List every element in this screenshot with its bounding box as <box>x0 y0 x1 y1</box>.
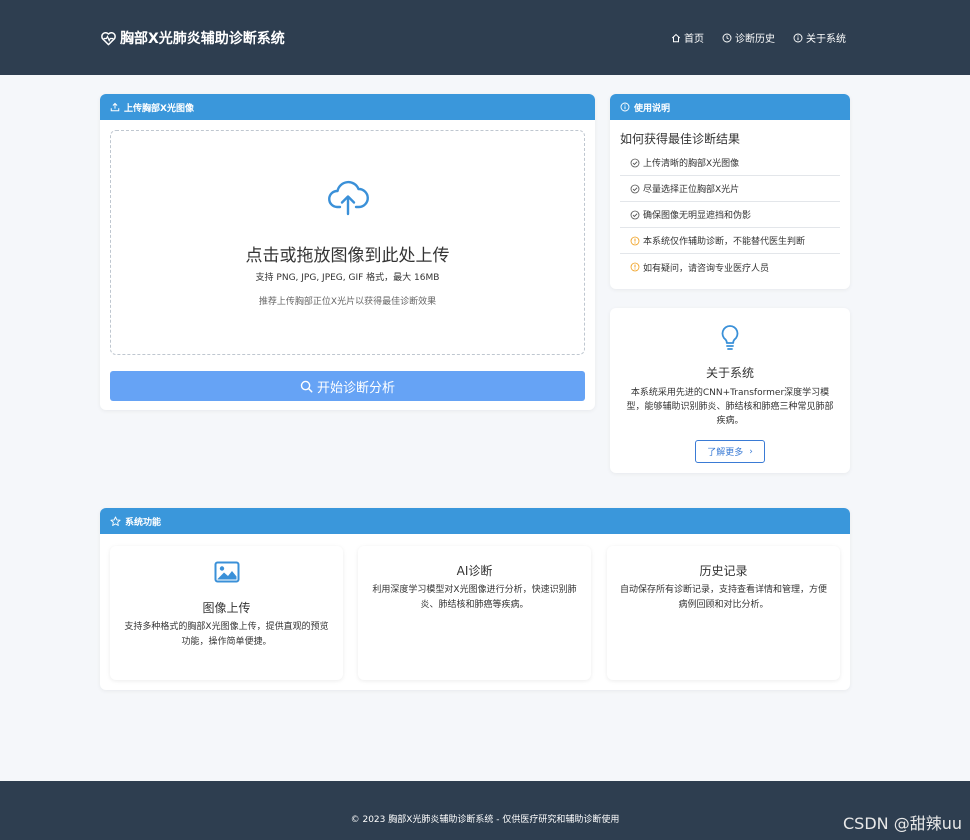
navbar: 胸部X光肺炎辅助诊断系统 首页 诊断历史 关于系统 <box>0 0 970 75</box>
upload-card-header: 上传胸部X光图像 <box>100 94 595 120</box>
about-description: 本系统采用先进的CNN+Transformer深度学习模型，能够辅助识别肺炎、肺… <box>626 388 834 426</box>
upload-dropzone[interactable]: 点击或拖放图像到此处上传 支持 PNG, JPG, JPEG, GIF 格式，最… <box>110 130 585 355</box>
feature-title: 图像上传 <box>202 601 251 615</box>
usage-card: 使用说明 如何获得最佳诊断结果 上传清晰的胸部X光图像 尽量选择正位胸部X光片 … <box>610 94 850 289</box>
feature-history: 历史记录 自动保存所有诊断记录，支持查看详情和管理，方便病例回顾和对比分析。 <box>607 546 840 680</box>
info-icon <box>793 33 803 42</box>
warning-circle-icon <box>630 236 640 245</box>
start-diagnosis-button[interactable]: 开始诊断分析 <box>110 371 585 401</box>
list-item: 上传清晰的胸部X光图像 <box>620 150 840 176</box>
feature-description: 支持多种格式的胸部X光图像上传，提供直观的预览功能，操作简单便捷。 <box>124 622 329 647</box>
nav-history-label: 诊断历史 <box>735 34 775 45</box>
watermark: CSDN @甜辣uu <box>843 814 962 833</box>
nav-home[interactable]: 首页 <box>671 30 704 45</box>
check-circle-icon <box>630 158 640 167</box>
usage-subtitle: 如何获得最佳诊断结果 <box>620 132 741 146</box>
brand-title: 胸部X光肺炎辅助诊断系统 <box>120 31 285 47</box>
start-diagnosis-label: 开始诊断分析 <box>316 380 395 396</box>
about-card: 关于系统 本系统采用先进的CNN+Transformer深度学习模型，能够辅助识… <box>610 308 850 473</box>
info-icon <box>620 102 630 112</box>
check-circle-icon <box>630 184 640 193</box>
search-icon <box>300 380 313 392</box>
upload-card: 上传胸部X光图像 点击或拖放图像到此处上传 支持 PNG, JPG, JPEG,… <box>100 94 595 410</box>
dropzone-formats: 支持 PNG, JPG, JPEG, GIF 格式，最大 16MB <box>255 273 440 283</box>
learn-more-label: 了解更多 <box>707 448 744 458</box>
features-card-title: 系统功能 <box>125 517 162 528</box>
list-item: 如有疑问，请咨询专业医疗人员 <box>620 254 840 280</box>
lightbulb-icon <box>721 325 739 350</box>
learn-more-button[interactable]: 了解更多 › <box>695 440 765 463</box>
list-item: 尽量选择正位胸部X光片 <box>620 176 840 202</box>
feature-title: AI诊断 <box>456 564 493 578</box>
footer-text: © 2023 胸部X光肺炎辅助诊断系统 - 仅供医疗研究和辅助诊断使用 <box>350 815 620 825</box>
usage-card-header: 使用说明 <box>610 94 850 120</box>
feature-description: 自动保存所有诊断记录，支持查看详情和管理，方便病例回顾和对比分析。 <box>619 585 827 610</box>
nav-history[interactable]: 诊断历史 <box>722 30 775 45</box>
dropzone-title: 点击或拖放图像到此处上传 <box>245 246 450 266</box>
feature-description: 利用深度学习模型对X光图像进行分析，快速识别肺炎、肺结核和肺癌等疾病。 <box>372 585 577 610</box>
nav-about[interactable]: 关于系统 <box>793 30 846 45</box>
cloud-upload-icon <box>328 180 369 216</box>
usage-item-text: 本系统仅作辅助诊断，不能替代医生判断 <box>643 237 806 247</box>
nav-home-label: 首页 <box>684 34 704 45</box>
check-circle-icon <box>630 210 640 219</box>
usage-card-title: 使用说明 <box>634 103 671 114</box>
usage-list: 上传清晰的胸部X光图像 尽量选择正位胸部X光片 确保图像无明显遮挡和伪影 本系统… <box>620 150 840 280</box>
features-card: 系统功能 图像上传 支持多种格式的胸部X光图像上传，提供直观的预览功能，操作简单… <box>100 508 850 690</box>
heartbeat-icon <box>101 31 116 45</box>
feature-image-upload: 图像上传 支持多种格式的胸部X光图像上传，提供直观的预览功能，操作简单便捷。 <box>110 546 343 680</box>
features-card-header: 系统功能 <box>100 508 850 534</box>
usage-item-text: 确保图像无明显遮挡和伪影 <box>643 211 752 221</box>
main-nav: 首页 诊断历史 关于系统 <box>671 30 846 45</box>
footer: © 2023 胸部X光肺炎辅助诊断系统 - 仅供医疗研究和辅助诊断使用 <box>0 781 970 840</box>
feature-title: 历史记录 <box>699 564 748 578</box>
dropzone-hint: 推荐上传胸部正位X光片以获得最佳诊断效果 <box>258 297 437 307</box>
image-icon <box>214 561 240 583</box>
chevron-right-icon: › <box>749 446 753 457</box>
brand[interactable]: 胸部X光肺炎辅助诊断系统 <box>100 26 285 50</box>
list-item: 本系统仅作辅助诊断，不能替代医生判断 <box>620 228 840 254</box>
clock-icon <box>722 33 732 42</box>
feature-ai-diagnosis: AI诊断 利用深度学习模型对X光图像进行分析，快速识别肺炎、肺结核和肺癌等疾病。 <box>358 546 591 680</box>
nav-about-label: 关于系统 <box>806 34 846 45</box>
star-icon <box>110 515 121 526</box>
warning-circle-icon <box>630 262 640 272</box>
upload-icon <box>110 102 120 112</box>
list-item: 确保图像无明显遮挡和伪影 <box>620 202 840 228</box>
usage-item-text: 上传清晰的胸部X光图像 <box>643 159 740 169</box>
home-icon <box>671 33 681 42</box>
usage-item-text: 如有疑问，请咨询专业医疗人员 <box>643 263 770 274</box>
about-title: 关于系统 <box>705 366 754 380</box>
usage-item-text: 尽量选择正位胸部X光片 <box>643 185 740 195</box>
upload-card-title: 上传胸部X光图像 <box>124 103 194 114</box>
